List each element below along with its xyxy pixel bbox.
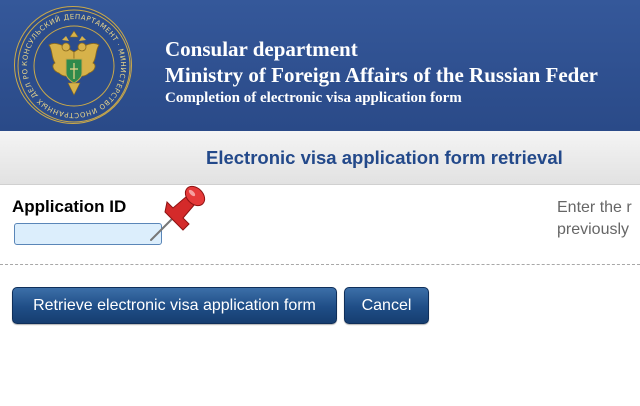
- instruction-line-1: Enter the r: [557, 199, 632, 216]
- instruction-text: Enter the r previously: [557, 197, 632, 241]
- push-pin-icon: [150, 185, 206, 241]
- header-banner: КОНСУЛЬСКИЙ ДЕПАРТАМЕНТ · МИНИСТЕРСТВО И…: [0, 0, 640, 131]
- page-title-bar: Electronic visa application form retriev…: [0, 131, 640, 185]
- instruction-line-2: previously: [557, 221, 630, 238]
- emblem-icon: КОНСУЛЬСКИЙ ДЕПАРТАМЕНТ · МИНИСТЕРСТВО И…: [14, 6, 132, 124]
- header-department-name: Consular department: [165, 37, 358, 61]
- application-id-label: Application ID: [12, 197, 127, 216]
- header-subtitle: Completion of electronic visa applicatio…: [165, 90, 462, 106]
- dashed-divider: [0, 264, 640, 265]
- application-id-input[interactable]: [14, 223, 162, 245]
- header-ministry-name: Ministry of Foreign Affairs of the Russi…: [165, 63, 598, 87]
- retrieve-form-button[interactable]: Retrieve electronic visa application for…: [12, 287, 337, 324]
- page-title: Electronic visa application form retriev…: [206, 147, 563, 168]
- cancel-button[interactable]: Cancel: [344, 287, 429, 324]
